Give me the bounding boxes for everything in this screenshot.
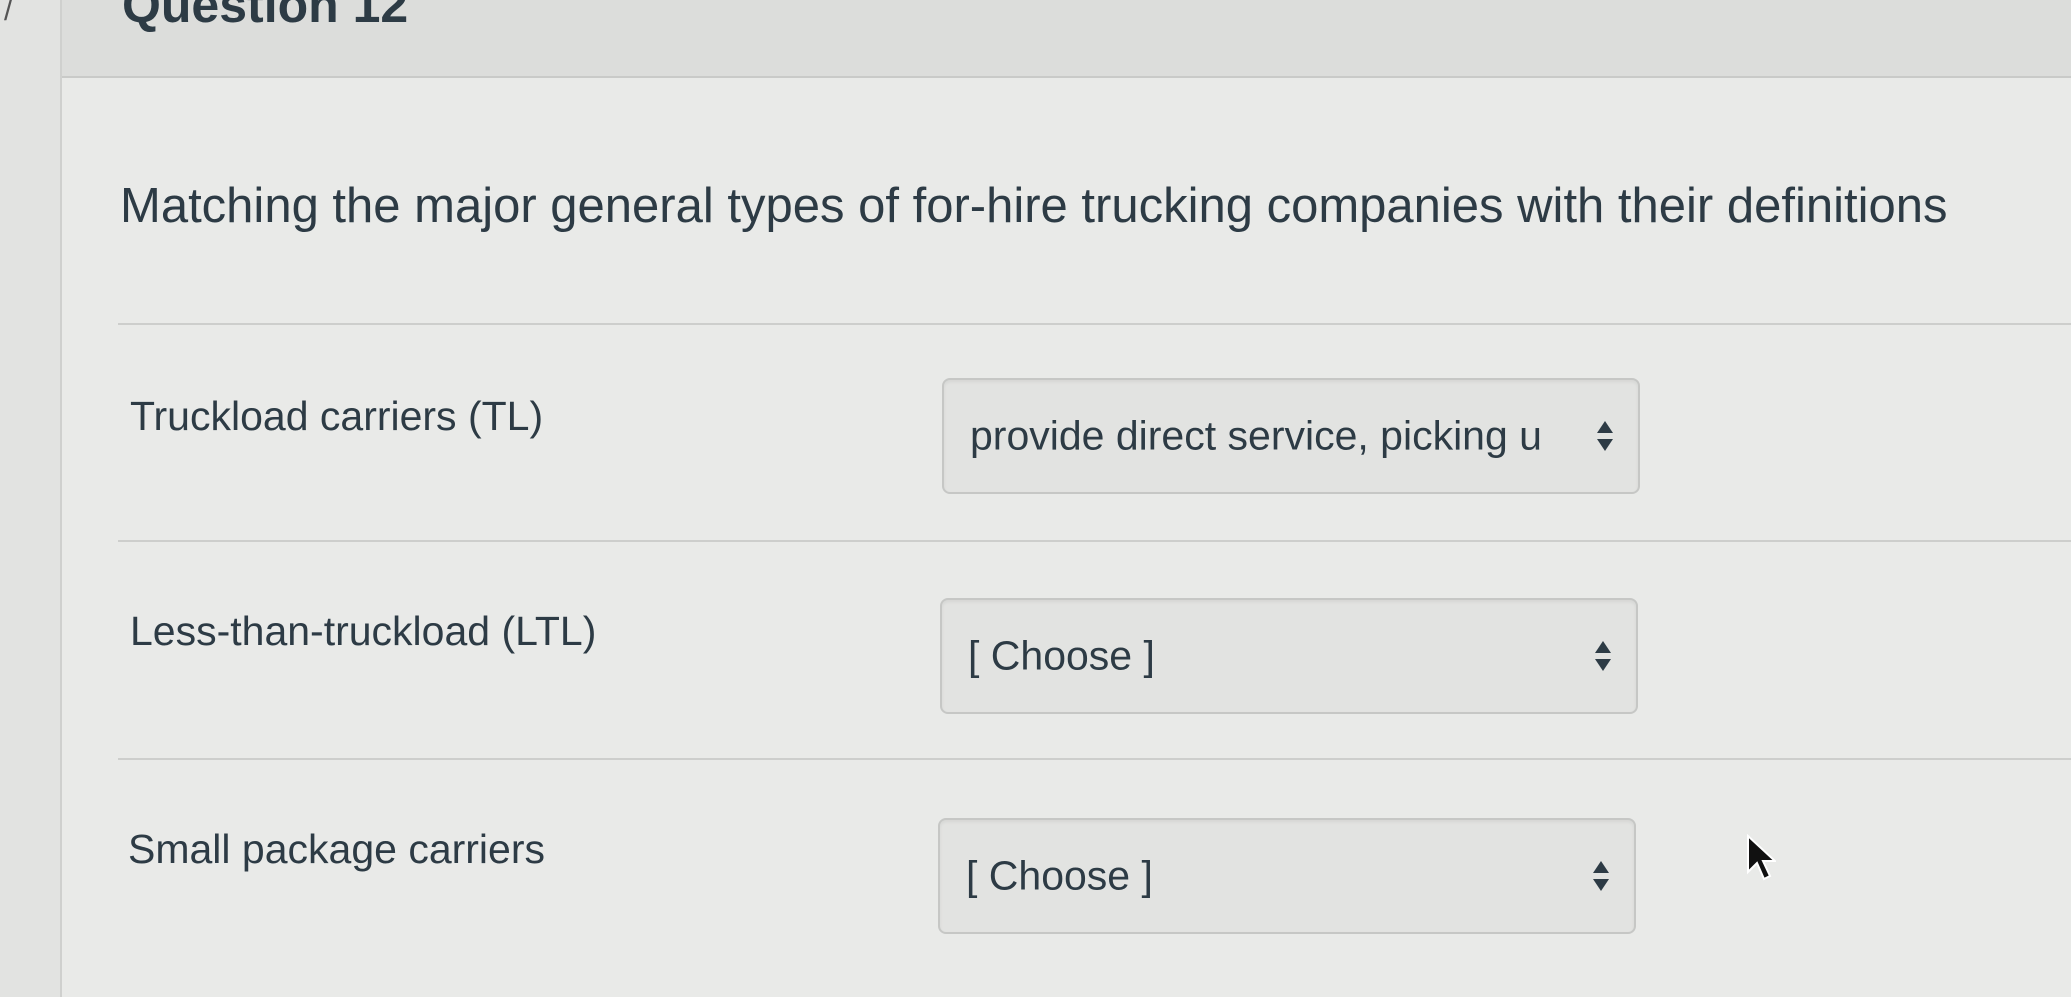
- flag-icon: /: [4, 0, 13, 27]
- match-row-label: Truckload carriers (TL): [130, 393, 544, 439]
- select-value: [ Choose ]: [968, 632, 1155, 679]
- mouse-cursor-icon: [1747, 834, 1776, 881]
- answer-select[interactable]: [ Choose ]: [940, 598, 1638, 714]
- left-gutter: /: [0, 0, 62, 997]
- answer-select[interactable]: provide direct service, picking u: [942, 378, 1640, 494]
- up-down-arrows-icon: [1597, 421, 1613, 451]
- question-title: Question 12: [122, 0, 409, 33]
- select-value: [ Choose ]: [966, 852, 1153, 899]
- match-row-label: Less-than-truckload (LTL): [130, 608, 597, 654]
- up-down-arrows-icon: [1593, 861, 1609, 891]
- select-value: provide direct service, picking u: [970, 412, 1542, 459]
- divider: [118, 323, 2071, 325]
- match-row-label: Small package carriers: [128, 826, 545, 872]
- up-down-arrows-icon: [1595, 641, 1611, 671]
- divider: [118, 758, 2071, 760]
- answer-select[interactable]: [ Choose ]: [938, 818, 1636, 934]
- question-prompt: Matching the major general types of for-…: [120, 179, 1948, 233]
- divider: [118, 540, 2071, 542]
